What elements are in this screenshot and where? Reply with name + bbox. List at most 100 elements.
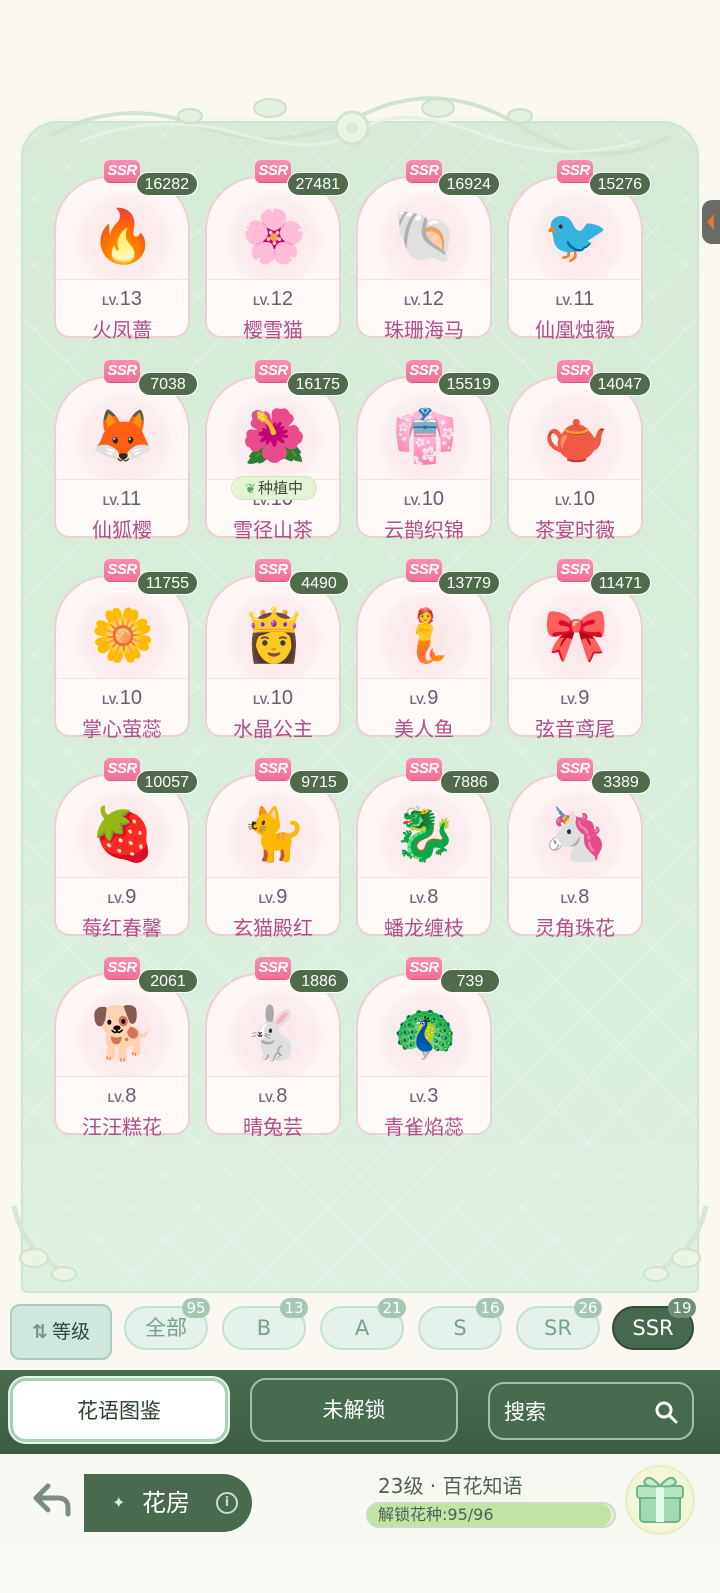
level-prefix: LV. bbox=[107, 1091, 125, 1105]
flower-card[interactable]: SSR 3389 🦄 LV.8 灵角珠花 bbox=[507, 758, 651, 940]
flower-count-badge: 7038 bbox=[138, 372, 198, 396]
search-input[interactable] bbox=[504, 1394, 644, 1430]
back-arrow-icon[interactable] bbox=[30, 1478, 74, 1522]
rarity-filter-bar: ⇅ 等级 全部 95 B 13 A 21 S 16 SR 26 SSR 19 bbox=[0, 1296, 720, 1366]
rarity-pill-label: SR bbox=[544, 1316, 572, 1340]
unlock-progress-text: 解锁花种:95/96 bbox=[378, 1505, 494, 1524]
flower-level: LV.8 bbox=[356, 886, 492, 909]
flower-card[interactable]: SSR 14047 🫖 LV.10 茶宴时薇 bbox=[507, 360, 651, 542]
sprout-icon: ❦ bbox=[245, 482, 256, 497]
rarity-pill-sr[interactable]: SR 26 bbox=[516, 1298, 602, 1350]
flower-name: 莓红春馨 bbox=[82, 916, 162, 940]
flower-art-icon: 🌼 bbox=[90, 607, 156, 665]
tab-catalog[interactable]: 花语图鉴 bbox=[10, 1378, 228, 1442]
flower-card[interactable]: SSR 10057 🍓 LV.9 莓红春馨 bbox=[54, 758, 198, 940]
flower-card[interactable]: SSR 7038 🦊 LV.11 仙狐樱 bbox=[54, 360, 198, 542]
level-prefix: LV. bbox=[555, 494, 572, 508]
tab-locked[interactable]: 未解锁 bbox=[250, 1378, 458, 1442]
rarity-pill-a[interactable]: A 21 bbox=[320, 1298, 406, 1350]
flower-count-badge: 16175 bbox=[286, 372, 349, 396]
flower-level: LV.9 bbox=[54, 886, 190, 909]
flower-art-icon: 👸 bbox=[241, 607, 307, 665]
rarity-pill-s[interactable]: S 16 bbox=[418, 1298, 504, 1350]
flower-art-icon: 🦊 bbox=[90, 408, 156, 466]
flower-count-badge: 15276 bbox=[588, 172, 651, 196]
flower-card[interactable]: SSR 1886 🐇 LV.8 晴兔芸 bbox=[205, 957, 349, 1139]
flower-name: 珠珊海马 bbox=[384, 318, 464, 342]
rarity-badge: SSR bbox=[406, 160, 442, 182]
flower-art-icon: 🎀 bbox=[543, 607, 609, 665]
flower-name: 火凤蔷 bbox=[92, 318, 152, 342]
flower-card[interactable]: SSR 13779 🧜 LV.9 美人鱼 bbox=[356, 559, 500, 741]
flower-card[interactable]: SSR 739 🦚 LV.3 青雀焰蕊 bbox=[356, 957, 500, 1139]
flower-card[interactable]: SSR 4490 👸 LV.10 水晶公主 bbox=[205, 559, 349, 741]
flower-card[interactable]: SSR 11471 🎀 LV.9 弦音鸢尾 bbox=[507, 559, 651, 741]
flower-card[interactable]: SSR 2061 🐕 LV.8 汪汪糕花 bbox=[54, 957, 198, 1139]
gift-box-icon[interactable] bbox=[622, 1462, 698, 1538]
level-prefix: LV. bbox=[258, 1091, 276, 1105]
rarity-badge: SSR bbox=[406, 559, 442, 581]
flower-art-icon: 🔥 bbox=[90, 208, 156, 266]
rarity-pill-ssr[interactable]: SSR 19 bbox=[612, 1298, 696, 1350]
search-icon[interactable] bbox=[654, 1400, 678, 1424]
flower-count-badge: 13779 bbox=[437, 571, 500, 595]
flower-count-badge: 11755 bbox=[136, 571, 198, 595]
flower-card[interactable]: SSR 15276 🐦 LV.11 仙凰烛薇 bbox=[507, 160, 651, 342]
level-prefix: LV. bbox=[555, 294, 573, 308]
flower-count-badge: 739 bbox=[440, 969, 500, 993]
rarity-badge: SSR bbox=[255, 758, 291, 780]
flower-art-icon: 🐇 bbox=[241, 1005, 307, 1063]
level-value: 13 bbox=[119, 288, 142, 310]
rarity-pill-count: 21 bbox=[378, 1298, 406, 1318]
level-value: 9 bbox=[276, 886, 288, 908]
rarity-pill-count: 13 bbox=[280, 1298, 308, 1318]
sort-label: 等级 bbox=[51, 1321, 90, 1343]
flower-house-button[interactable]: ✦ 花房 i bbox=[84, 1474, 252, 1532]
flower-name: 灵角珠花 bbox=[535, 916, 615, 940]
rarity-badge: SSR bbox=[255, 360, 291, 382]
search-box[interactable] bbox=[488, 1382, 694, 1440]
level-prefix: LV. bbox=[102, 294, 119, 308]
flower-level: LV.9 bbox=[507, 687, 643, 710]
flower-card[interactable]: SSR 9715 🐈 LV.9 玄猫殿红 bbox=[205, 758, 349, 940]
rarity-pill-b[interactable]: B 13 bbox=[222, 1298, 308, 1350]
flower-card[interactable]: SSR 7886 🐉 LV.8 蟠龙缠枝 bbox=[356, 758, 500, 940]
flower-card[interactable]: SSR 16282 🔥 LV.13 火凤蔷 bbox=[54, 160, 198, 342]
flower-card[interactable]: SSR 11755 🌼 LV.10 掌心萤蕊 bbox=[54, 559, 198, 741]
rarity-pill-label: 全部 bbox=[145, 1316, 187, 1340]
flower-count-badge: 16924 bbox=[437, 172, 500, 196]
flower-name: 晴兔芸 bbox=[243, 1115, 303, 1139]
flower-count-badge: 10057 bbox=[135, 770, 198, 794]
flower-level: LV.10 bbox=[205, 687, 341, 710]
flower-card[interactable]: SSR 15519 👘 LV.10 云鹊织锦 bbox=[356, 360, 500, 542]
flower-name: 弦音鸢尾 bbox=[535, 717, 615, 741]
flower-count-badge: 11471 bbox=[589, 571, 651, 595]
flower-count-badge: 2061 bbox=[138, 969, 198, 993]
flower-art-icon: 🐈 bbox=[241, 806, 307, 864]
flower-art-icon: 🐉 bbox=[392, 806, 458, 864]
level-value: 10 bbox=[572, 488, 595, 510]
level-prefix: LV. bbox=[560, 693, 578, 707]
flower-level: LV.10 bbox=[54, 687, 190, 710]
flower-count-badge: 27481 bbox=[286, 172, 349, 196]
flower-art-icon: 🧜 bbox=[392, 607, 458, 665]
info-icon[interactable]: i bbox=[216, 1492, 238, 1514]
level-value: 3 bbox=[427, 1085, 439, 1107]
flower-card[interactable]: SSR 27481 🌸 LV.12 樱雪猫 bbox=[205, 160, 349, 342]
unlock-progress-bar: 解锁花种:95/96 bbox=[366, 1502, 616, 1528]
level-value: 8 bbox=[427, 886, 439, 908]
flower-art-icon: 🍓 bbox=[90, 806, 156, 864]
level-value: 9 bbox=[427, 687, 439, 709]
level-value: 9 bbox=[125, 886, 137, 908]
flower-card[interactable]: SSR 16924 🐚 LV.12 珠珊海马 bbox=[356, 160, 500, 342]
level-prefix: LV. bbox=[258, 892, 276, 906]
flower-name: 玄猫殿红 bbox=[233, 916, 313, 940]
flower-art-icon: 👘 bbox=[392, 408, 458, 466]
flower-card[interactable]: SSR16175🌺LV.10雪径山茶❦种植中 bbox=[205, 360, 349, 542]
rarity-pill-all[interactable]: 全部 95 bbox=[124, 1298, 210, 1350]
rarity-pill-count: 16 bbox=[476, 1298, 504, 1318]
flower-art-icon: 🐕 bbox=[90, 1005, 156, 1063]
flower-name: 汪汪糕花 bbox=[82, 1115, 162, 1139]
sort-by-level-button[interactable]: ⇅ 等级 bbox=[10, 1304, 112, 1360]
flower-level: LV.12 bbox=[356, 288, 492, 311]
